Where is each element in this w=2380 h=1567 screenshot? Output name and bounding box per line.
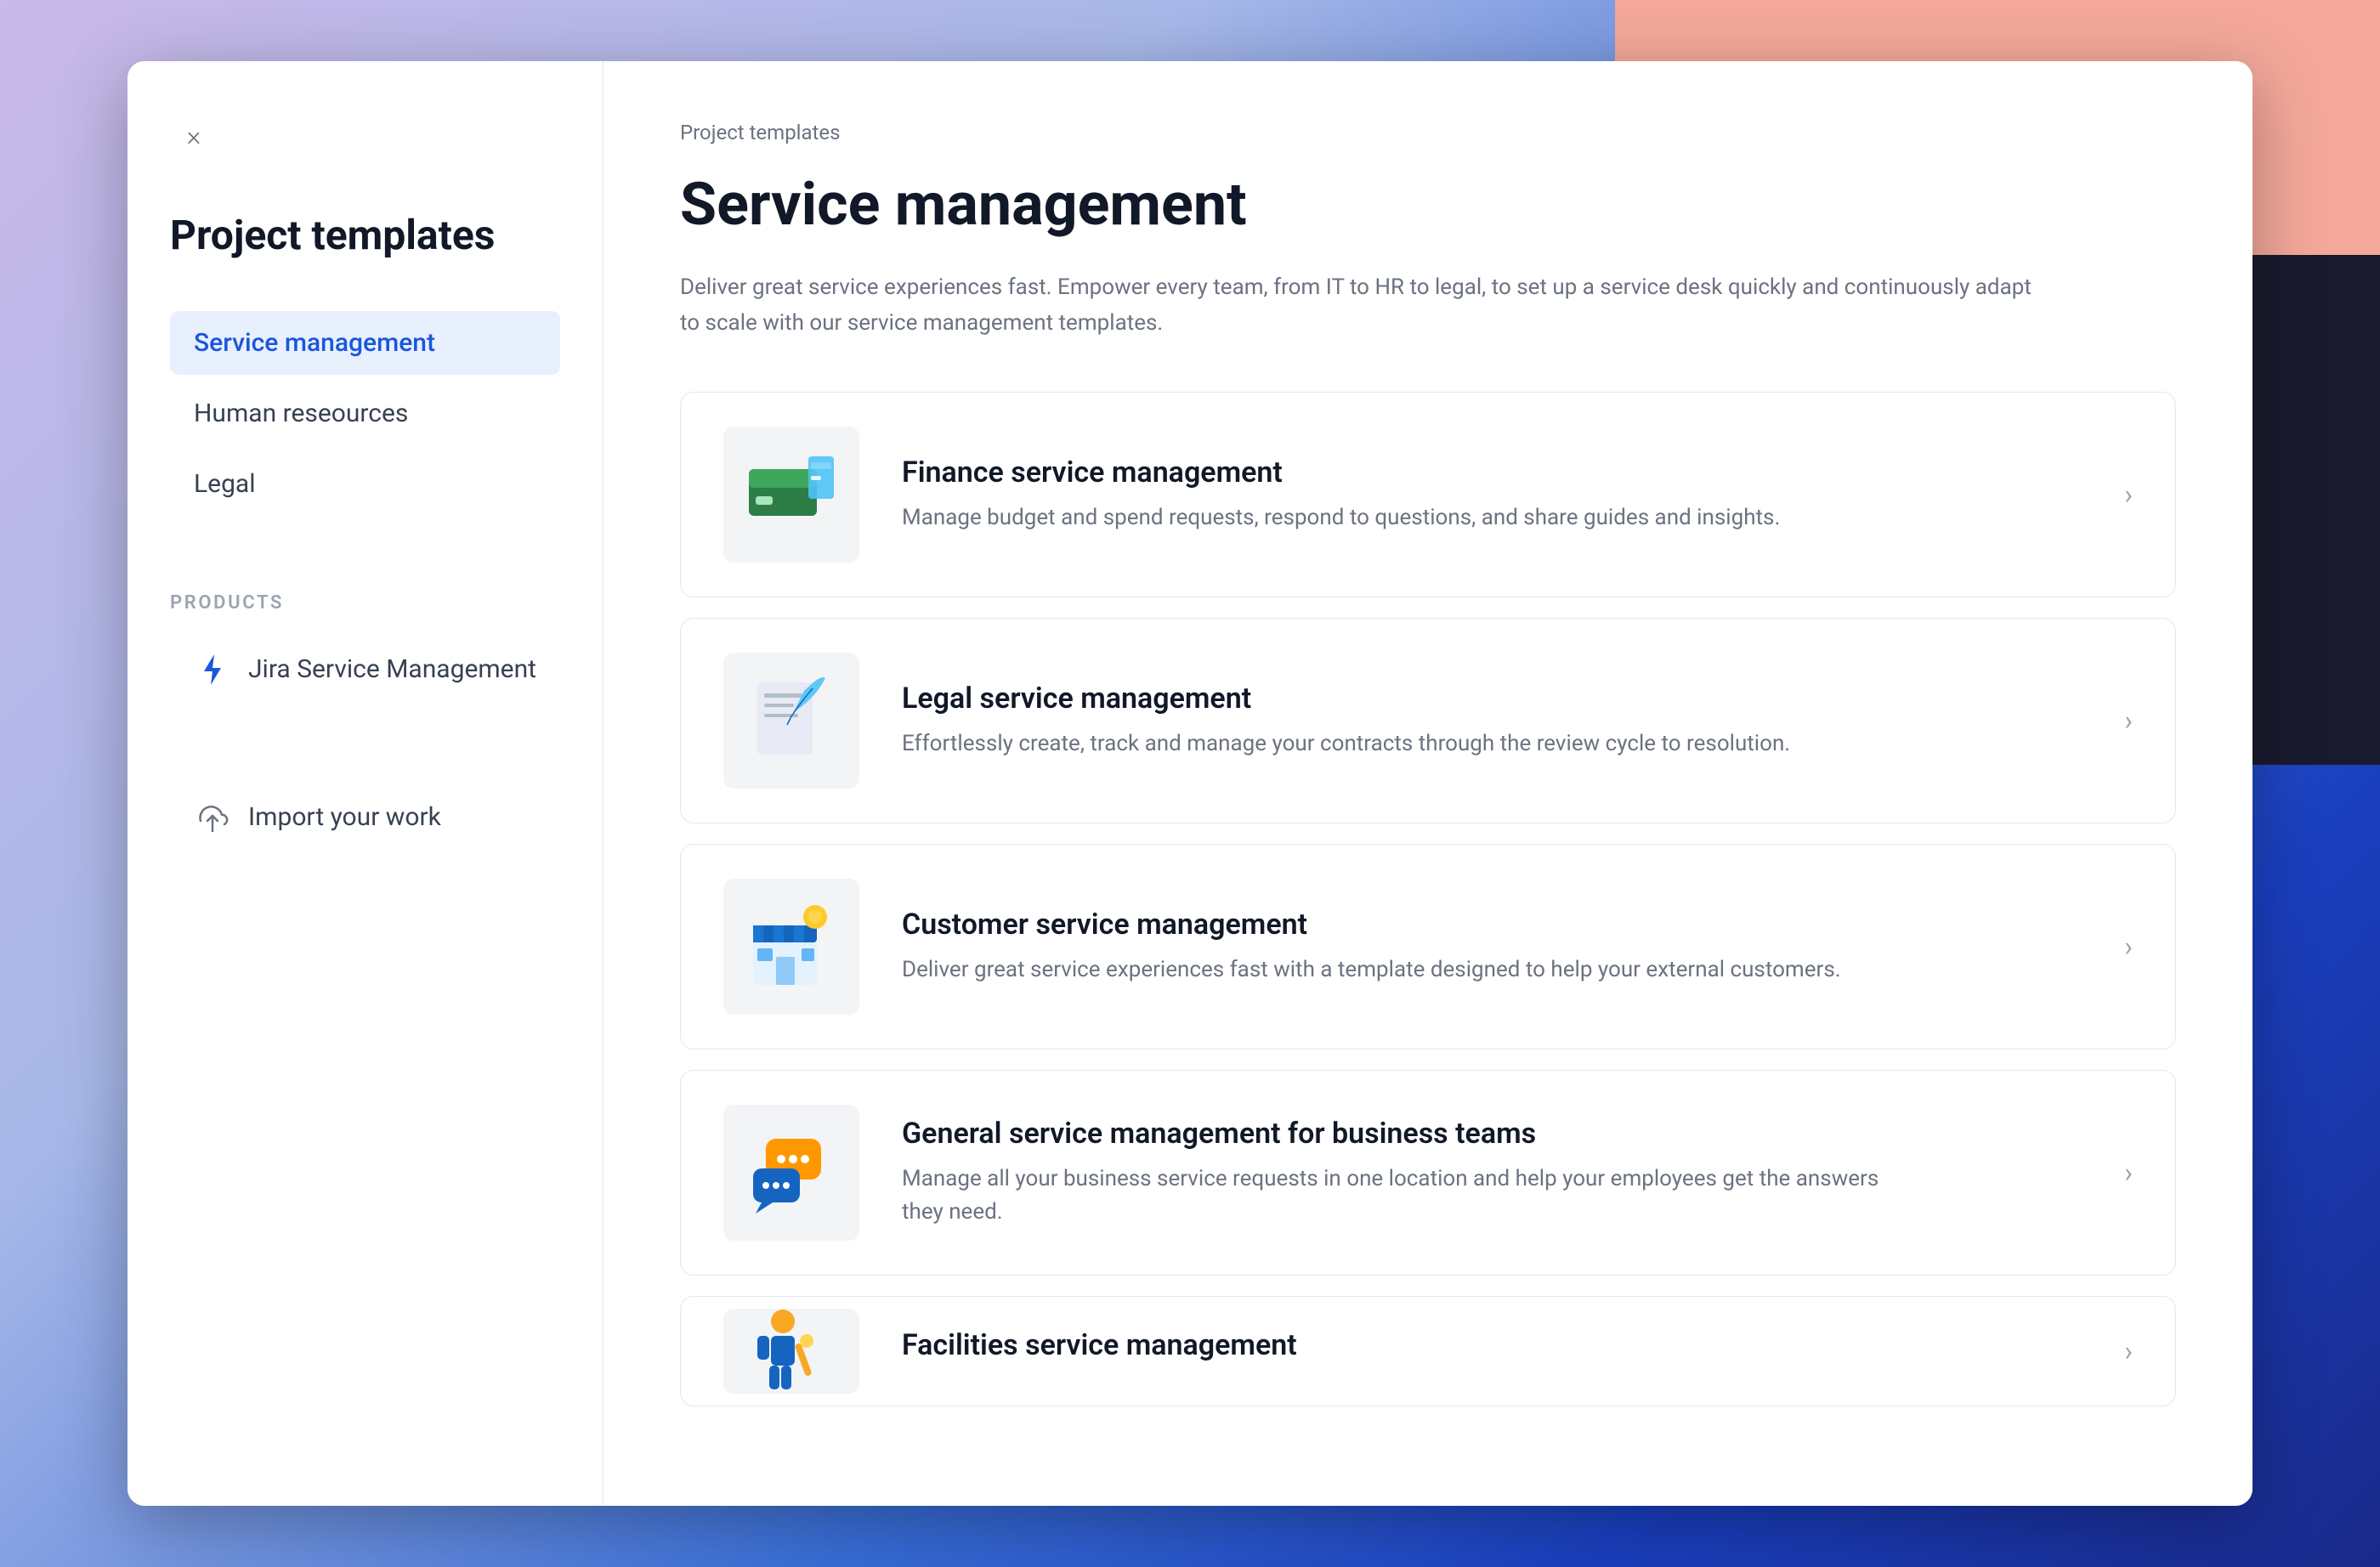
finance-chevron-icon: › — [2124, 478, 2133, 511]
finance-template-name: Finance service management — [902, 455, 2099, 489]
template-card-general[interactable]: General service management for business … — [680, 1070, 2176, 1276]
facilities-icon — [740, 1309, 842, 1394]
template-list: Finance service management Manage budget… — [680, 392, 2176, 1406]
general-template-info: General service management for business … — [902, 1117, 2099, 1229]
main-content: Project templates Service management Del… — [604, 61, 2252, 1506]
customer-template-name: Customer service management — [902, 908, 2099, 942]
import-work-item[interactable]: Import your work — [170, 782, 560, 853]
template-card-legal[interactable]: Legal service management Effortlessly cr… — [680, 618, 2176, 823]
upload-cloud-icon — [194, 799, 231, 836]
product-label: Jira Service Management — [248, 654, 536, 684]
legal-template-info: Legal service management Effortlessly cr… — [902, 682, 2099, 761]
legal-chevron-icon: › — [2124, 704, 2133, 737]
facilities-icon-wrapper — [723, 1309, 859, 1394]
general-template-desc: Manage all your business service request… — [902, 1163, 1922, 1229]
page-title: Service management — [680, 170, 2176, 240]
legal-icon — [740, 670, 842, 772]
sidebar-title: Project templates — [170, 211, 560, 260]
legal-template-desc: Effortlessly create, track and manage yo… — [902, 727, 1922, 761]
products-section-label: PRODUCTS — [170, 592, 560, 614]
sidebar: × Project templates Service management H… — [128, 61, 604, 1506]
facilities-template-name: Facilities service management — [902, 1328, 2099, 1362]
finance-icon-wrapper — [723, 427, 859, 563]
template-card-customer[interactable]: Customer service management Deliver grea… — [680, 844, 2176, 1049]
customer-chevron-icon: › — [2124, 931, 2133, 963]
jira-service-management-icon — [194, 651, 231, 688]
template-card-facilities[interactable]: Facilities service management › — [680, 1296, 2176, 1406]
sidebar-item-service-management[interactable]: Service management — [170, 311, 560, 375]
legal-icon-wrapper — [723, 653, 859, 789]
customer-icon — [740, 896, 842, 998]
modal-container: × Project templates Service management H… — [128, 61, 2252, 1506]
facilities-chevron-icon: › — [2124, 1335, 2133, 1367]
finance-template-info: Finance service management Manage budget… — [902, 455, 2099, 535]
page-description: Deliver great service experiences fast. … — [680, 270, 2040, 341]
customer-template-desc: Deliver great service experiences fast w… — [902, 953, 1922, 987]
close-icon: × — [187, 120, 201, 152]
sidebar-item-jira-service-management[interactable]: Jira Service Management — [170, 634, 560, 705]
legal-template-name: Legal service management — [902, 682, 2099, 716]
finance-icon — [740, 444, 842, 546]
general-icon — [740, 1122, 842, 1224]
general-template-name: General service management for business … — [902, 1117, 2099, 1151]
finance-template-desc: Manage budget and spend requests, respon… — [902, 501, 1922, 535]
general-chevron-icon: › — [2124, 1157, 2133, 1189]
template-card-finance[interactable]: Finance service management Manage budget… — [680, 392, 2176, 597]
facilities-template-info: Facilities service management — [902, 1328, 2099, 1374]
sidebar-item-legal[interactable]: Legal — [170, 452, 560, 516]
breadcrumb: Project templates — [680, 121, 2176, 144]
sidebar-item-human-resources[interactable]: Human reseources — [170, 382, 560, 445]
general-icon-wrapper — [723, 1105, 859, 1241]
sidebar-nav: Service management Human reseources Lega… — [170, 311, 560, 516]
customer-template-info: Customer service management Deliver grea… — [902, 908, 2099, 987]
import-label: Import your work — [248, 802, 441, 832]
close-button[interactable]: × — [170, 112, 218, 160]
customer-icon-wrapper — [723, 879, 859, 1015]
